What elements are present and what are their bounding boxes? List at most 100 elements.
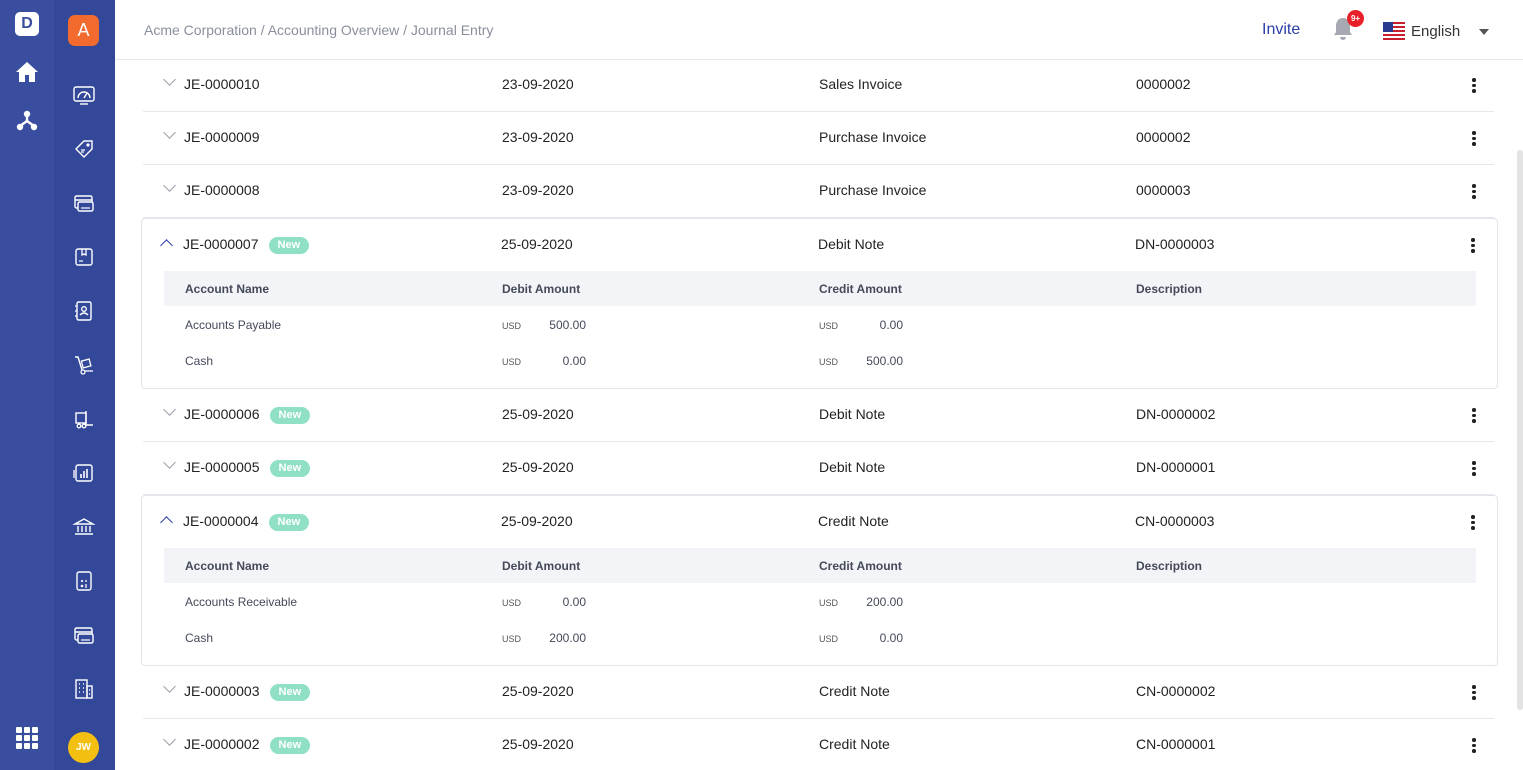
chevron-down-icon[interactable] <box>163 179 176 192</box>
chevron-down-icon[interactable] <box>163 126 176 139</box>
more-options-icon[interactable] <box>1472 461 1476 476</box>
chevron-down-icon[interactable] <box>1479 29 1489 35</box>
more-options-icon[interactable] <box>1472 685 1476 700</box>
entry-id: JE-0000005 New <box>184 459 311 477</box>
user-avatar[interactable]: JW <box>68 732 99 763</box>
dashboard-icon[interactable] <box>72 83 96 107</box>
journal-entry-row[interactable]: JE-0000007 New 25-09-2020 Debit Note DN-0000… <box>141 218 1498 389</box>
more-options-icon[interactable] <box>1472 184 1476 199</box>
journal-entry-list: JE-0000010 23-09-2020 Sales Invoice 0000002… <box>115 60 1523 770</box>
credit-amount: 0.00 <box>879 318 903 332</box>
network-icon[interactable] <box>14 107 40 133</box>
column-debit-amount: Debit Amount <box>502 559 581 573</box>
entry-date: 25-09-2020 <box>502 736 574 752</box>
entry-type: Credit Note <box>818 513 889 529</box>
app-logo[interactable]: D <box>15 12 39 36</box>
chevron-up-icon[interactable] <box>160 239 173 252</box>
journal-entry-row[interactable]: JE-0000009 23-09-2020 Purchase Invoice 0000… <box>143 112 1494 165</box>
entry-id-text: JE-0000003 <box>184 683 260 699</box>
entry-reference: 0000003 <box>1136 182 1191 198</box>
more-options-icon[interactable] <box>1472 131 1476 146</box>
notification-count-badge: 9+ <box>1347 10 1364 27</box>
journal-entry-row[interactable]: JE-0000006 New 25-09-2020 Debit Note DN-0000… <box>143 389 1494 442</box>
entry-id: JE-0000009 <box>184 129 260 145</box>
home-icon[interactable] <box>14 59 40 85</box>
chevron-down-icon[interactable] <box>163 680 176 693</box>
chevron-down-icon[interactable] <box>163 403 176 416</box>
entry-id-text: JE-0000009 <box>184 129 260 145</box>
debit-amount: 500.00 <box>549 318 586 332</box>
invite-button[interactable]: Invite <box>1262 21 1300 39</box>
entry-id-text: JE-0000006 <box>184 406 260 422</box>
journal-entry-row[interactable]: JE-0000010 23-09-2020 Sales Invoice 0000002 <box>143 60 1494 112</box>
credit-amount: 0.00 <box>879 631 903 645</box>
entry-id: JE-0000008 <box>184 182 260 198</box>
entry-id-text: JE-0000007 <box>183 236 259 252</box>
journal-entry-row[interactable]: JE-0000005 New 25-09-2020 Debit Note DN-0000… <box>143 442 1494 495</box>
credit-currency: USD <box>819 634 839 644</box>
language-selector[interactable]: English <box>1411 23 1460 40</box>
entry-reference: DN-0000001 <box>1136 459 1216 475</box>
chevron-down-icon[interactable] <box>163 456 176 469</box>
entry-reference: CN-0000002 <box>1136 683 1216 699</box>
primary-sidebar: D <box>0 0 54 770</box>
more-options-icon[interactable] <box>1472 78 1476 93</box>
entry-date: 25-09-2020 <box>501 236 573 252</box>
journal-entry-row[interactable]: JE-0000002 New 25-09-2020 Credit Note CN-000… <box>143 719 1494 770</box>
reports-chart-icon[interactable] <box>72 461 96 485</box>
journal-entry-row[interactable]: JE-0000003 New 25-09-2020 Credit Note CN-000… <box>143 666 1494 719</box>
more-options-icon[interactable] <box>1472 408 1476 423</box>
chevron-down-icon[interactable] <box>163 733 176 746</box>
new-badge: New <box>268 237 310 254</box>
line-account-name: Cash <box>185 631 214 645</box>
credit-currency: USD <box>819 357 839 367</box>
us-flag-icon[interactable] <box>1383 22 1405 41</box>
credit-currency: USD <box>819 598 839 608</box>
entry-type: Debit Note <box>819 459 886 475</box>
entry-id: JE-0000002 New <box>184 736 311 754</box>
more-options-icon[interactable] <box>1472 738 1476 753</box>
credit-currency: USD <box>819 321 839 331</box>
billing-card-icon[interactable] <box>72 623 96 647</box>
entry-date: 23-09-2020 <box>502 76 574 92</box>
payment-card-icon[interactable] <box>72 191 96 215</box>
contacts-book-icon[interactable] <box>72 299 96 323</box>
bank-icon[interactable] <box>72 515 96 539</box>
entry-reference: DN-0000002 <box>1136 406 1216 422</box>
journal-entry-row[interactable]: JE-0000008 23-09-2020 Purchase Invoice 0000… <box>143 165 1494 218</box>
more-options-icon[interactable] <box>1471 238 1475 253</box>
apps-grid-icon[interactable] <box>16 727 38 749</box>
entry-date: 25-09-2020 <box>502 459 574 475</box>
chevron-down-icon[interactable] <box>163 73 176 86</box>
breadcrumb[interactable]: Acme Corporation / Accounting Overview /… <box>144 22 493 38</box>
column-credit-amount: Credit Amount <box>819 559 902 573</box>
debit-amount: 0.00 <box>562 595 586 609</box>
column-debit-amount: Debit Amount <box>502 282 581 296</box>
vertical-scrollbar[interactable] <box>1517 150 1523 710</box>
new-badge: New <box>269 460 311 477</box>
detail-line-row: Accounts Payable USD 500.00 USD 0.00 <box>164 307 1476 343</box>
detail-line-row: Accounts Receivable USD 0.00 USD 200.00 <box>164 584 1476 620</box>
new-badge: New <box>268 514 310 531</box>
organization-avatar[interactable]: A <box>68 15 99 46</box>
detail-table-header: Account Name Debit Amount Credit Amount Des… <box>164 271 1476 306</box>
more-options-icon[interactable] <box>1471 515 1475 530</box>
entry-type: Credit Note <box>819 736 890 752</box>
package-icon[interactable] <box>72 245 96 269</box>
entry-id-text: JE-0000005 <box>184 459 260 475</box>
journal-entry-row[interactable]: JE-0000004 New 25-09-2020 Credit Note CN-000… <box>141 495 1498 666</box>
entry-type: Debit Note <box>819 406 886 422</box>
new-badge: New <box>269 684 311 701</box>
forklift-icon[interactable] <box>72 407 96 431</box>
column-account-name: Account Name <box>185 282 270 296</box>
hand-truck-icon[interactable] <box>72 353 96 377</box>
calculator-icon[interactable] <box>72 569 96 593</box>
entry-date: 25-09-2020 <box>502 406 574 422</box>
debit-currency: USD <box>502 357 522 367</box>
company-building-icon[interactable] <box>72 677 96 701</box>
tag-icon[interactable] <box>72 137 96 161</box>
chevron-up-icon[interactable] <box>160 516 173 529</box>
credit-amount: 200.00 <box>866 595 903 609</box>
debit-amount: 200.00 <box>549 631 586 645</box>
entry-id: JE-0000006 New <box>184 406 311 424</box>
